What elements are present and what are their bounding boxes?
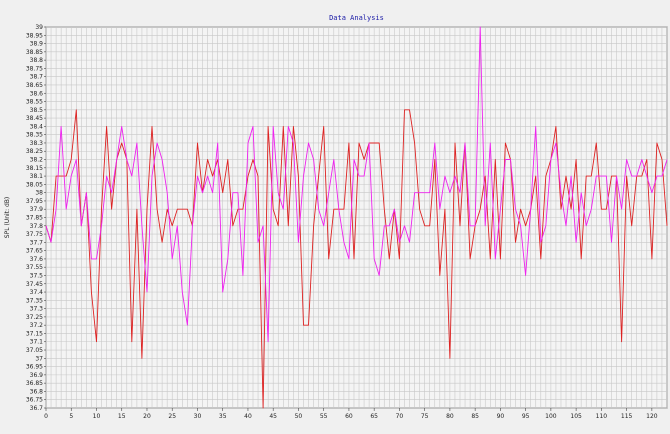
x-tick-label: 50	[295, 413, 303, 420]
y-axis-label: SPL (Unit: dB)	[4, 197, 11, 238]
y-tick-label: 38.9	[30, 41, 44, 48]
y-tick-label: 38.25	[26, 148, 43, 155]
x-tick-label: 0	[44, 413, 48, 420]
y-tick-label: 36.85	[26, 380, 43, 387]
x-tick-label: 90	[497, 413, 505, 420]
x-tick-label: 115	[621, 413, 633, 420]
y-tick-label: 37.75	[26, 231, 43, 238]
y-tick-label: 38.35	[26, 132, 43, 139]
y-tick-label: 37.6	[30, 256, 44, 263]
y-tick-label: 38.5	[30, 107, 44, 114]
y-tick-label: 37.4	[30, 289, 44, 296]
y-tick-label: 36.95	[26, 364, 43, 371]
y-tick-label: 38.15	[26, 165, 43, 172]
y-tick-label: 37.1	[30, 339, 44, 346]
x-tick-label: 25	[168, 413, 176, 420]
y-tick-label: 37.65	[26, 248, 43, 255]
x-tick-label: 35	[219, 413, 227, 420]
y-tick-label: 36.7	[30, 405, 44, 412]
y-tick-label: 38.6	[30, 90, 44, 97]
y-tick-label: 38.75	[26, 65, 43, 72]
y-tick-label: 37.2	[30, 322, 44, 329]
x-tick-label: 30	[194, 413, 202, 420]
y-tick-label: 37.95	[26, 198, 43, 205]
x-tick-label: 20	[143, 413, 151, 420]
y-tick-label: 37.5	[30, 272, 44, 279]
x-tick-label: 45	[269, 413, 277, 420]
y-tick-label: 37.45	[26, 281, 43, 288]
x-tick-label: 80	[446, 413, 454, 420]
y-tick-label: 37.35	[26, 297, 43, 304]
x-tick-label: 100	[545, 413, 557, 420]
y-tick-label: 36.9	[30, 372, 44, 379]
x-tick-label: 40	[244, 413, 252, 420]
y-tick-label: 37.55	[26, 264, 43, 271]
y-axis-ticks: 36.736.75 36.836.8536.936.95 3737.0537.1 37…	[26, 24, 46, 412]
y-tick-label: 38.85	[26, 49, 43, 56]
y-tick-label: 37.9	[30, 206, 44, 213]
x-tick-label: 110	[596, 413, 608, 420]
y-tick-label: 38.55	[26, 99, 43, 106]
y-tick-label: 36.8	[30, 388, 44, 395]
x-tick-label: 70	[396, 413, 404, 420]
y-tick-label: 38.2	[30, 157, 44, 164]
y-tick-label: 37.25	[26, 314, 43, 321]
y-tick-label: 39	[35, 24, 43, 31]
y-tick-label: 37.7	[30, 239, 44, 246]
x-tick-label: 55	[320, 413, 328, 420]
y-tick-label: 38.8	[30, 57, 44, 64]
x-tick-label: 75	[421, 413, 429, 420]
y-tick-label: 37.05	[26, 347, 43, 354]
y-tick-label: 38.1	[30, 173, 44, 180]
chart-title: Data Analysis	[329, 14, 384, 22]
x-tick-label: 15	[118, 413, 126, 420]
x-tick-label: 5	[69, 413, 73, 420]
line-chart: 36.736.75 36.836.8536.936.95 3737.0537.1 37…	[0, 0, 670, 434]
y-tick-label: 38	[35, 190, 43, 197]
x-tick-label: 95	[522, 413, 530, 420]
y-tick-label: 37.15	[26, 330, 43, 337]
y-tick-label: 37.3	[30, 306, 44, 313]
x-tick-label: 105	[570, 413, 582, 420]
y-tick-label: 36.75	[26, 397, 43, 404]
x-tick-label: 120	[646, 413, 658, 420]
x-tick-label: 60	[345, 413, 353, 420]
y-tick-label: 38.65	[26, 82, 43, 89]
y-tick-label: 38.4	[30, 123, 44, 130]
y-tick-label: 37	[35, 355, 43, 362]
y-tick-label: 38.05	[26, 181, 43, 188]
x-tick-label: 10	[93, 413, 101, 420]
y-tick-label: 38.7	[30, 74, 44, 81]
y-tick-label: 37.85	[26, 215, 43, 222]
x-tick-label: 85	[471, 413, 479, 420]
x-tick-label: 65	[370, 413, 378, 420]
y-tick-label: 37.8	[30, 223, 44, 230]
y-tick-label: 38.45	[26, 115, 43, 122]
y-tick-label: 38.3	[30, 140, 44, 147]
y-tick-label: 38.95	[26, 32, 43, 39]
